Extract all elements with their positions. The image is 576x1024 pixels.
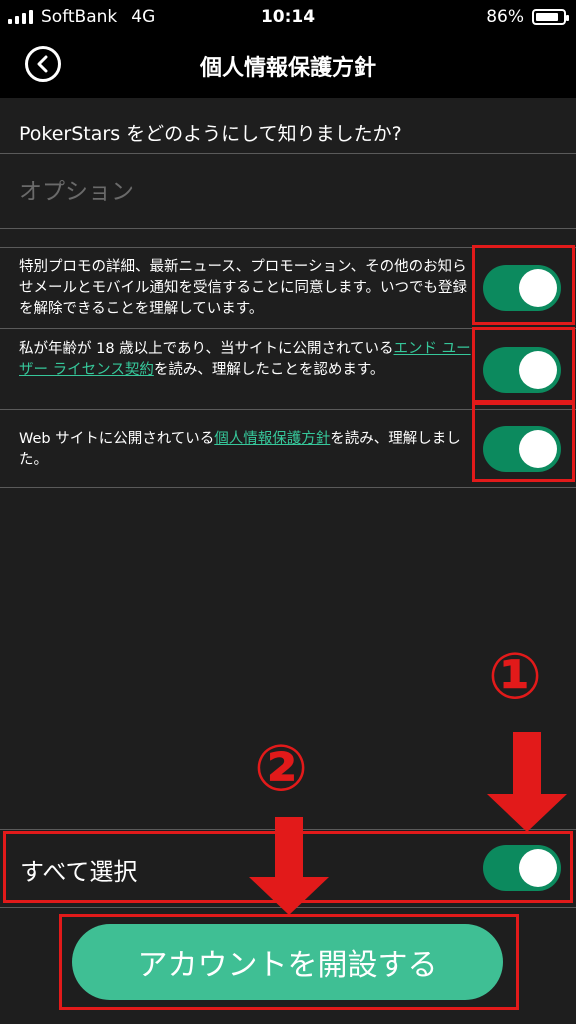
- arrow-down-icon: [487, 794, 567, 832]
- arrow-down-icon: [513, 732, 541, 796]
- arrow-down-icon: [249, 877, 329, 915]
- arrow-down-icon: [275, 817, 303, 879]
- annotation-arrows: [249, 732, 567, 915]
